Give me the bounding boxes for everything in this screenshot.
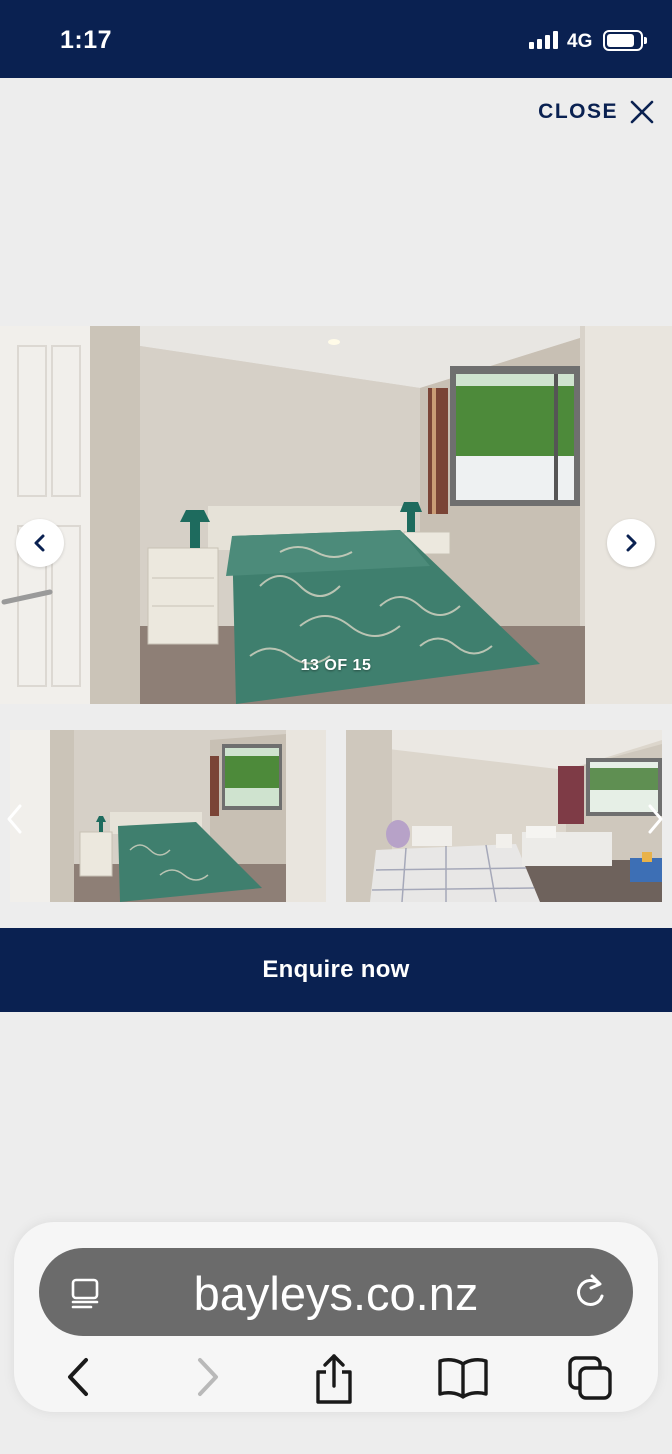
url-text: bayleys.co.nz: [193, 1267, 479, 1320]
photo-prev-button[interactable]: [16, 519, 64, 567]
signal-icon: [529, 31, 561, 49]
address-bar[interactable]: bayleys.co.nz: [39, 1248, 633, 1336]
status-bar: 1:17 4G: [0, 0, 672, 78]
battery-icon: [603, 30, 643, 51]
bedroom-photo: [0, 326, 672, 704]
reload-icon[interactable]: [571, 1272, 609, 1317]
photo-next-button[interactable]: [607, 519, 655, 567]
tabs-icon[interactable]: [566, 1352, 616, 1407]
chevron-right-icon: [648, 804, 663, 834]
forward-arrow-icon[interactable]: [190, 1352, 226, 1407]
bedroom-thumbnail: [10, 730, 326, 902]
chevron-right-icon: [626, 534, 637, 552]
thumbnail-next-button[interactable]: [646, 804, 664, 839]
close-button[interactable]: CLOSE: [538, 100, 654, 124]
main-photo[interactable]: 13 OF 15: [0, 326, 672, 704]
share-icon[interactable]: [312, 1352, 356, 1411]
photo-counter: 13 OF 15: [300, 657, 372, 674]
browser-toolbar: bayleys.co.nz: [14, 1222, 658, 1412]
thumbnail-strip: [0, 704, 672, 928]
close-label: CLOSE: [538, 100, 618, 123]
battery-tip: [644, 37, 647, 44]
browser-nav-toolbar: [14, 1352, 658, 1406]
chevron-left-icon: [7, 804, 22, 834]
thumbnail-prev-button[interactable]: [6, 804, 24, 839]
back-arrow-icon[interactable]: [60, 1352, 96, 1407]
kids-bedroom-thumbnail: [346, 730, 662, 902]
bookmarks-icon[interactable]: [436, 1352, 490, 1407]
chevron-left-icon: [34, 534, 45, 552]
thumbnail-photo-2[interactable]: [346, 730, 662, 902]
enquire-now-button[interactable]: Enquire now: [0, 928, 672, 1012]
network-label: 4G: [567, 31, 593, 52]
status-time: 1:17: [60, 26, 113, 54]
thumbnail-photo-1[interactable]: [10, 730, 326, 902]
close-icon: [630, 100, 654, 124]
